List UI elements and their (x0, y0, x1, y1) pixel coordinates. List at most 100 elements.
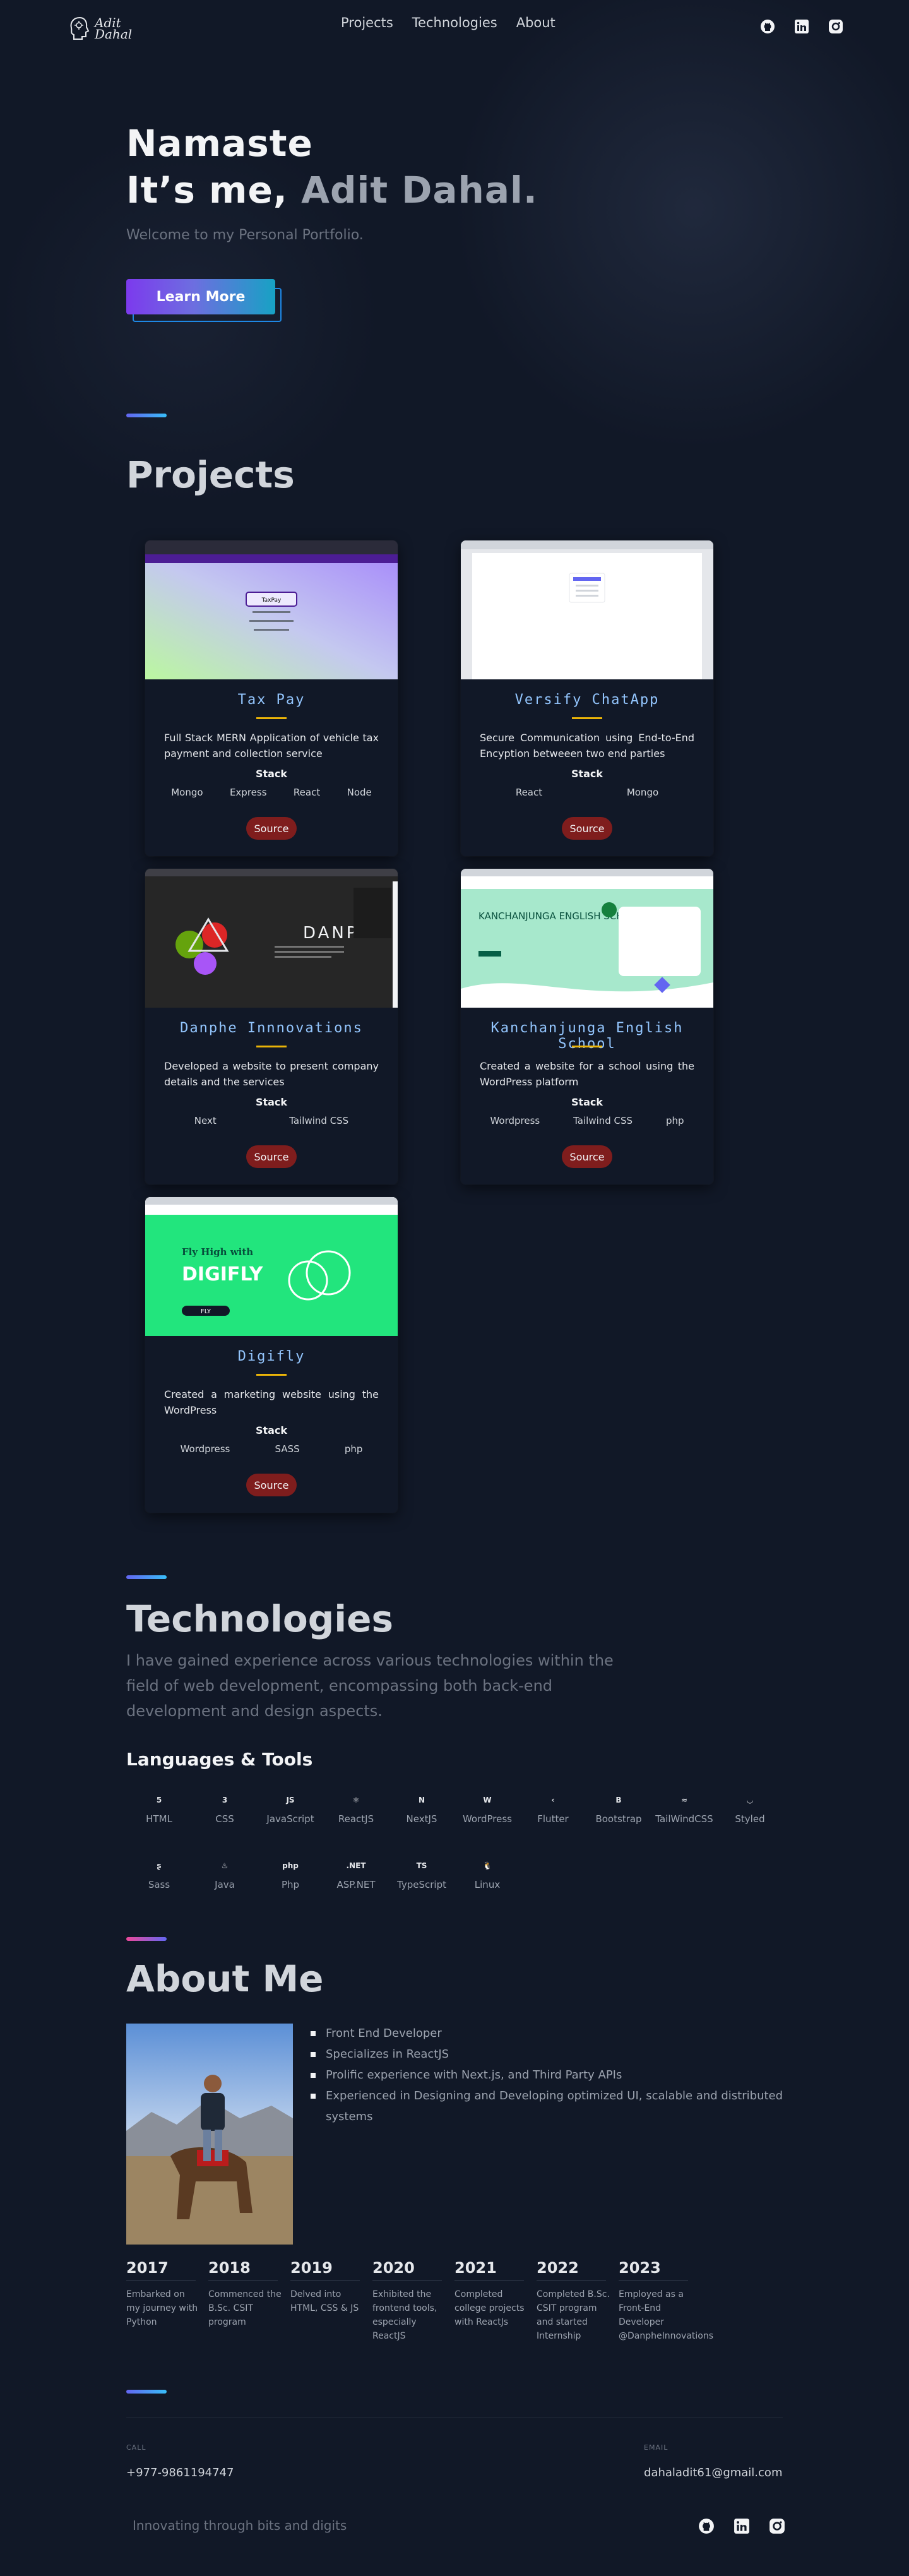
stack-label: Stack (255, 1424, 288, 1436)
about-point: Specializes in ReactJS (308, 2044, 788, 2065)
timeline-item: 2019 Delved into HTML, CSS & JS (290, 2259, 372, 2343)
project-thumbnail-taxpay: TaxPay (145, 540, 398, 679)
timeline-text: Commenced the B.Sc. CSIT program (208, 2289, 282, 2327)
project-card-danphe: DANPHE Danphe Innnovations Developed a w… (145, 869, 398, 1184)
nav-links: Projects Technologies About (341, 15, 556, 30)
timeline-item: 2022 Completed B.Sc. CSIT program and sta… (537, 2259, 619, 2343)
email-label: EMAIL (644, 2443, 668, 2452)
digifly-thumb-button: FLY (201, 1308, 211, 1315)
source-button[interactable]: Source (246, 1145, 297, 1168)
java-icon: ♨ (221, 1861, 229, 1870)
timeline-item: 2023 Employed as a Front-End Developer @D… (619, 2259, 713, 2343)
tech-item: ◡ Styled (717, 1793, 783, 1834)
wordpress-icon: W (483, 1796, 492, 1804)
project-card-taxpay: TaxPay Tax Pay Full Stack MERN Applicati… (145, 540, 398, 856)
tech-label: TailWindCSS (655, 1813, 713, 1825)
tech-item: W WordPress (454, 1793, 520, 1834)
nav-link-about[interactable]: About (516, 15, 556, 30)
tech-label: ReactJS (338, 1813, 374, 1825)
tech-item: ʂ Sass (126, 1859, 192, 1899)
tech-item: 3 CSS (192, 1793, 258, 1834)
head-logo-icon (70, 16, 90, 40)
project-title: Digifly (237, 1349, 306, 1364)
tech-item: ⚛ ReactJS (323, 1793, 389, 1834)
hero-welcome-text: Welcome to my Personal Portfolio. (126, 227, 364, 243)
css3-icon: 3 (222, 1796, 228, 1804)
project-card-versify: Versify ChatApp Secure Communication usi… (461, 540, 713, 856)
tech-label: Flutter (537, 1813, 569, 1825)
title-underline (572, 717, 602, 719)
tech-label: Php (281, 1879, 300, 1890)
instagram-icon[interactable] (769, 2518, 785, 2534)
tech-label: JavaScript (266, 1813, 314, 1825)
linux-icon: 🐧 (482, 1861, 492, 1870)
timeline-item: 2018 Commenced the B.Sc. CSIT program (208, 2259, 290, 2343)
source-button[interactable]: Source (246, 817, 297, 840)
timeline-item: 2021 Completed college projects with Reac… (454, 2259, 537, 2343)
stack-item: Next (194, 1115, 217, 1126)
contact-divider (126, 2417, 783, 2418)
stack-item: php (665, 1115, 684, 1126)
footer-social-icons (698, 2518, 785, 2534)
tech-label: Styled (735, 1813, 765, 1825)
site-logo[interactable]: Adit Dahal (68, 13, 138, 44)
timeline-text: Completed college projects with ReactJs (454, 2289, 525, 2327)
project-thumbnail-digifly: Fly High with DIGIFLY FLY (145, 1197, 398, 1336)
react-icon: ⚛ (352, 1796, 360, 1804)
nav-social-icons (760, 19, 843, 34)
stack-item: Wordpress (180, 1443, 230, 1455)
timeline-text: Delved into HTML, CSS & JS (290, 2289, 359, 2313)
github-icon[interactable] (760, 19, 775, 34)
instagram-icon[interactable] (828, 19, 843, 34)
technologies-title: Technologies (126, 1597, 393, 1640)
timeline-text: Completed B.Sc. CSIT program and started… (537, 2289, 610, 2341)
linkedin-icon[interactable] (734, 2518, 750, 2534)
tech-item: ≈ TailWindCSS (651, 1793, 717, 1834)
about-point: Front End Developer (308, 2023, 788, 2044)
linkedin-icon[interactable] (794, 19, 809, 34)
source-button[interactable]: Source (562, 1145, 612, 1168)
projects-accent-bar (126, 414, 167, 417)
stack-list: React Mongo (473, 787, 701, 798)
learn-more-wrapper: Learn More (126, 279, 284, 322)
nav-link-technologies[interactable]: Technologies (412, 15, 497, 30)
about-point: Prolific experience with Next.js, and Th… (308, 2065, 788, 2085)
title-underline (256, 1046, 287, 1047)
top-navbar: Adit Dahal Projects Technologies About (0, 0, 909, 57)
sass-icon: ʂ (157, 1861, 162, 1870)
nav-link-projects[interactable]: Projects (341, 15, 393, 30)
project-title: Tax Pay (237, 692, 306, 708)
learn-more-button[interactable]: Learn More (126, 279, 275, 314)
stack-item: SASS (275, 1443, 300, 1455)
stack-item: Tailwind CSS (289, 1115, 349, 1126)
footer-tagline: Innovating through bits and digits (133, 2518, 347, 2533)
hero-background-texture (0, 0, 909, 505)
github-icon[interactable] (698, 2518, 715, 2534)
hero-intro: It’s me, (126, 169, 302, 212)
project-thumbnail-kanchanjunga: KANCHANJUNGA ENGLISH SCHOOL (461, 869, 713, 1008)
nextjs-icon: N (418, 1796, 425, 1804)
hero-section: Namaste It’s me, Adit Dahal. Welcome to … (126, 120, 694, 243)
stack-label: Stack (255, 1096, 288, 1108)
timeline-item: 2020 Exhibited the frontend tools, especi… (372, 2259, 454, 2343)
logo-text: Adit Dahal (95, 16, 132, 40)
profile-photo (126, 2024, 293, 2245)
timeline-text: Embarked on my journey with Python (126, 2289, 198, 2327)
project-title: Danphe Innnovations (180, 1020, 363, 1036)
tech-item: 🐧 Linux (454, 1859, 520, 1899)
email-link[interactable]: dahaladit61@gmail.com (644, 2466, 782, 2479)
tech-label: ASP.NET (336, 1879, 376, 1890)
tech-label: Bootstrap (595, 1813, 642, 1825)
phone-link[interactable]: +977-9861194747 (126, 2466, 234, 2479)
source-button[interactable]: Source (246, 1474, 297, 1496)
tech-item: TS TypeScript (389, 1859, 454, 1899)
source-button[interactable]: Source (562, 817, 612, 840)
styled-components-icon: ◡ (747, 1796, 753, 1804)
hero-name: Adit Dahal. (301, 169, 538, 212)
tech-item: JS JavaScript (258, 1793, 323, 1834)
project-description: Developed a website to present company d… (164, 1060, 379, 1088)
stack-label: Stack (571, 768, 603, 780)
timeline-year: 2023 (619, 2259, 661, 2277)
stack-item: php (344, 1443, 363, 1455)
timeline-year: 2021 (454, 2259, 497, 2277)
